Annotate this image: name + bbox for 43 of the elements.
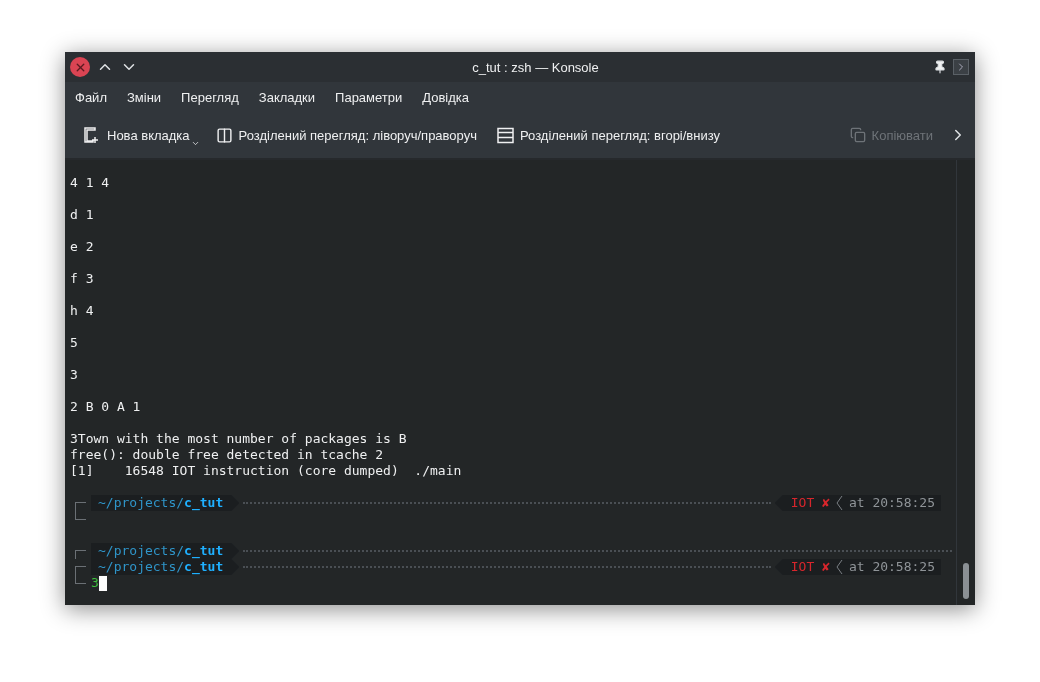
prompt-status-segment: IOT ✘ at 20:58:25	[774, 495, 941, 511]
menu-item[interactable]: Зміни	[120, 89, 168, 105]
separator-icon	[835, 560, 843, 574]
split-rows-icon	[496, 126, 514, 144]
terminal-output-line: d 1	[70, 207, 94, 223]
split-columns-icon	[215, 126, 233, 144]
terminal-output-line: 4 1 4	[70, 175, 110, 191]
prompt-frame-corner	[75, 575, 86, 584]
terminal-output-line: free(): double free detected in tcache 2	[70, 447, 384, 463]
menu-item[interactable]: Закладки	[252, 89, 322, 105]
menu-item[interactable]: Файл	[69, 89, 113, 105]
prompt-frame-corner	[75, 502, 86, 511]
window-title: c_tut : zsh — Konsole	[471, 59, 600, 75]
toolbar-button[interactable]: Нова вкладка	[79, 126, 200, 144]
terminal-output-line: f 3	[70, 271, 94, 287]
prompt-frame-corner	[75, 511, 86, 520]
prompt-frame-corner	[75, 550, 86, 559]
prompt-frame-corner	[75, 566, 86, 575]
scrollbar-thumb[interactable]	[963, 563, 969, 599]
prompt-path-segment: ~/projects/c_tut	[91, 559, 240, 575]
new-tab-icon	[83, 126, 101, 144]
separator-icon	[835, 496, 843, 510]
terminal-output-line: 3Town with the most number of packages is B	[70, 431, 407, 447]
prompt-path-segment: ~/projects/c_tut	[91, 543, 240, 559]
toolbar-button[interactable]: Розділений перегляд: вгорі/внизу	[492, 126, 725, 144]
close-button[interactable]	[70, 57, 90, 77]
copy-icon	[849, 127, 866, 143]
toolbar-button[interactable]: Розділений перегляд: ліворуч/праворуч	[211, 126, 481, 144]
prompt-path-segment: ~/projects/c_tut	[91, 495, 240, 511]
terminal-output-line: 5	[70, 335, 78, 351]
terminal-output-line: e 2	[70, 239, 94, 255]
pin-icon	[933, 60, 947, 74]
menu-item[interactable]: Перегляд	[175, 89, 245, 105]
menu-item[interactable]: Параметри	[329, 89, 409, 105]
terminal-output-line: 2 B 0 A 1	[70, 399, 141, 415]
command-text: 3	[91, 575, 99, 591]
menu-item[interactable]: Довідка	[416, 89, 476, 105]
terminal-output-line: h 4	[70, 303, 94, 319]
terminal-output-line: [1] 16548 IOT instruction (core dumped) ./main	[70, 463, 462, 479]
caret-icon	[190, 139, 200, 148]
terminal-output-line: 3	[70, 367, 78, 383]
prompt-status-segment: IOT ✘ at 20:58:25	[774, 559, 941, 575]
pin-button[interactable]	[933, 60, 947, 74]
